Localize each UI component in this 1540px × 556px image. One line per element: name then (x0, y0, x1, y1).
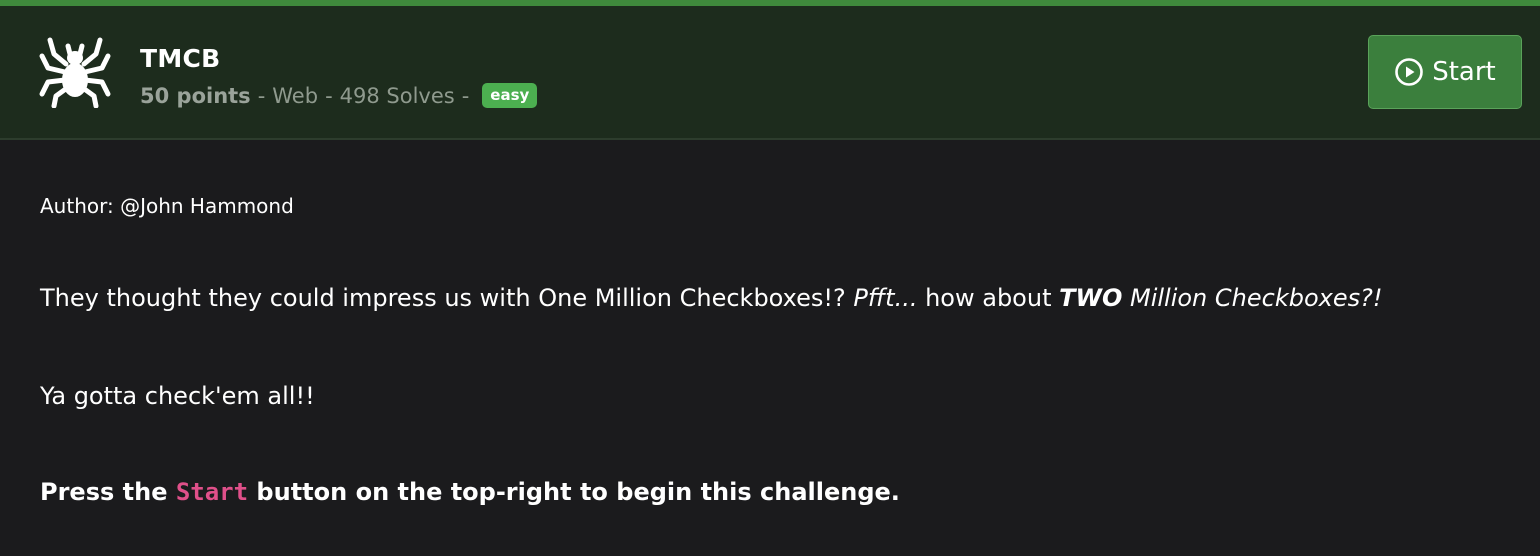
challenge-meta: 50 points - Web - 498 Solves - easy (140, 83, 538, 108)
meta-separator: - (325, 83, 333, 108)
description-strong-emphasis: TWO (1059, 284, 1123, 312)
description-paragraph: Ya gotta check'em all!! (40, 382, 315, 410)
play-circle-icon (1394, 57, 1424, 87)
description-text: They thought they could impress us with … (40, 284, 854, 312)
challenge-title: TMCB (140, 44, 221, 73)
instruction-paragraph: Press the Start button on the top-right … (40, 478, 900, 506)
inline-code-start: Start (175, 478, 249, 506)
spider-icon (38, 34, 112, 109)
challenge-header: TMCB 50 points - Web - 498 Solves - easy… (0, 6, 1540, 140)
description-text: how about (917, 284, 1060, 312)
instruction-text: Press the (40, 478, 176, 506)
instruction-text: button on the top-right to begin this ch… (248, 478, 900, 506)
category-label: Web (272, 83, 319, 108)
author-line: Author: @John Hammond (40, 194, 294, 218)
solves-count: 498 Solves (339, 83, 455, 108)
difficulty-badge: easy (482, 83, 538, 108)
start-button[interactable]: Start (1368, 35, 1522, 109)
points-value: 50 points (140, 83, 251, 108)
description-emphasis: Million Checkboxes?! (1122, 284, 1383, 312)
meta-separator: - (257, 83, 266, 108)
start-button-label: Start (1432, 57, 1496, 87)
meta-separator: - (461, 83, 470, 108)
description-paragraph: They thought they could impress us with … (40, 284, 1382, 312)
description-emphasis: Pfft... (853, 284, 918, 312)
